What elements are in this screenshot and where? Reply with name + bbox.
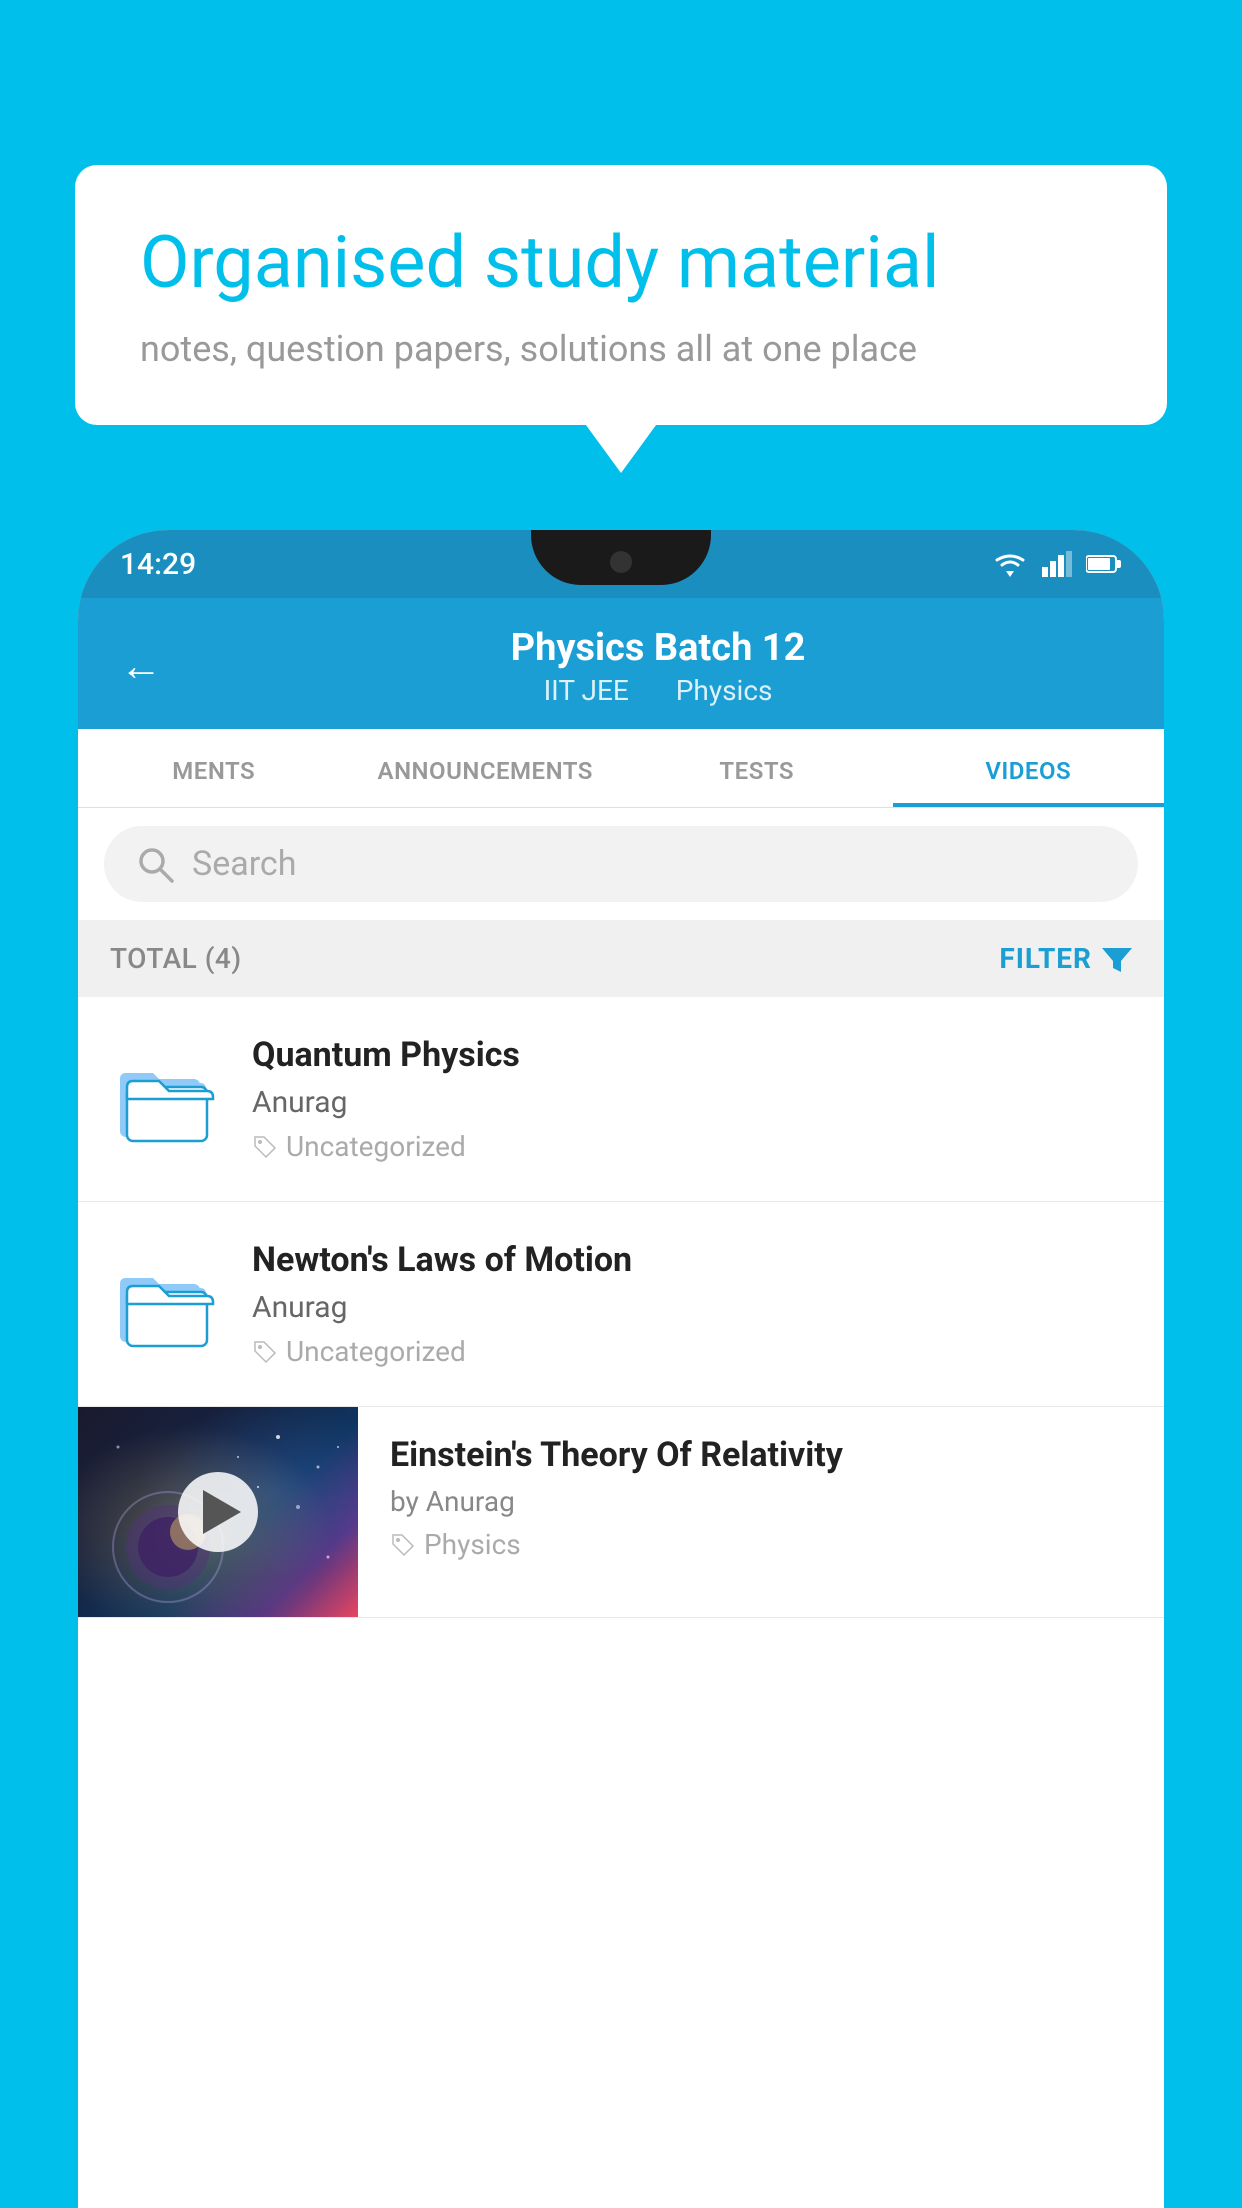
search-bar-container: Search xyxy=(78,808,1164,920)
video-info-2: Newton's Laws of Motion Anurag Uncategor… xyxy=(252,1240,1132,1368)
app-header: ← Physics Batch 12 IIT JEE Physics xyxy=(78,598,1164,729)
speech-bubble-subtext: notes, question papers, solutions all at… xyxy=(140,328,1102,370)
total-count: TOTAL (4) xyxy=(110,942,242,975)
list-item[interactable]: Einstein's Theory Of Relativity by Anura… xyxy=(78,1407,1164,1618)
subtitle-iitjee: IIT JEE xyxy=(544,674,629,707)
phone-frame: 14:29 xyxy=(78,530,1164,2208)
filter-icon xyxy=(1102,944,1132,974)
tag-icon xyxy=(252,1339,278,1365)
wifi-icon xyxy=(992,551,1028,577)
video-tag-2: Uncategorized xyxy=(252,1335,1132,1368)
header-title-block: Physics Batch 12 IIT JEE Physics xyxy=(194,626,1122,707)
battery-icon xyxy=(1086,553,1122,575)
tag-icon xyxy=(252,1134,278,1160)
folder-icon xyxy=(115,1254,215,1354)
speech-bubble: Organised study material notes, question… xyxy=(75,165,1167,425)
folder-thumb-2 xyxy=(110,1249,220,1359)
play-button[interactable] xyxy=(178,1472,258,1552)
filter-button[interactable]: FILTER xyxy=(999,942,1132,975)
status-icons xyxy=(992,551,1122,577)
search-placeholder: Search xyxy=(192,844,296,884)
filter-label: FILTER xyxy=(999,942,1092,975)
list-item[interactable]: Quantum Physics Anurag Uncategorized xyxy=(78,997,1164,1202)
phone-inner: 14:29 xyxy=(78,530,1164,2208)
header-subtitle: IIT JEE Physics xyxy=(194,674,1122,707)
tabs-bar: MENTS ANNOUNCEMENTS TESTS VIDEOS xyxy=(78,729,1164,808)
status-time: 14:29 xyxy=(120,547,196,582)
camera-dot xyxy=(610,551,632,573)
video-author-2: Anurag xyxy=(252,1290,1132,1325)
tab-videos[interactable]: VIDEOS xyxy=(893,729,1165,807)
video-author-1: Anurag xyxy=(252,1085,1132,1120)
filter-bar: TOTAL (4) FILTER xyxy=(78,920,1164,997)
tab-tests[interactable]: TESTS xyxy=(621,729,893,807)
header-title: Physics Batch 12 xyxy=(194,626,1122,670)
speech-bubble-heading: Organised study material xyxy=(140,220,1102,306)
tab-announcements[interactable]: ANNOUNCEMENTS xyxy=(350,729,622,807)
tab-ments[interactable]: MENTS xyxy=(78,729,350,807)
tag-icon xyxy=(390,1532,416,1558)
list-item[interactable]: Newton's Laws of Motion Anurag Uncategor… xyxy=(78,1202,1164,1407)
video-title-3: Einstein's Theory Of Relativity xyxy=(390,1435,1136,1475)
speech-bubble-container: Organised study material notes, question… xyxy=(75,165,1167,425)
subtitle-physics: Physics xyxy=(676,674,773,707)
folder-icon xyxy=(115,1049,215,1149)
video-tag-1: Uncategorized xyxy=(252,1130,1132,1163)
notch xyxy=(531,530,711,585)
signal-icon xyxy=(1042,551,1072,577)
back-button[interactable]: ← xyxy=(120,642,162,691)
status-bar: 14:29 xyxy=(78,530,1164,598)
video-title-1: Quantum Physics xyxy=(252,1035,1132,1075)
video-title-2: Newton's Laws of Motion xyxy=(252,1240,1132,1280)
video-thumbnail-3 xyxy=(78,1407,358,1617)
video-tag-3: Physics xyxy=(390,1528,1136,1561)
video-info-1: Quantum Physics Anurag Uncategorized xyxy=(252,1035,1132,1163)
folder-thumb-1 xyxy=(110,1044,220,1154)
video-list: Quantum Physics Anurag Uncategorized xyxy=(78,997,1164,1618)
search-icon xyxy=(136,845,174,883)
play-triangle xyxy=(203,1490,241,1534)
video-author-3: by Anurag xyxy=(390,1485,1136,1518)
search-bar[interactable]: Search xyxy=(104,826,1138,902)
video-info-3: Einstein's Theory Of Relativity by Anura… xyxy=(358,1407,1164,1589)
